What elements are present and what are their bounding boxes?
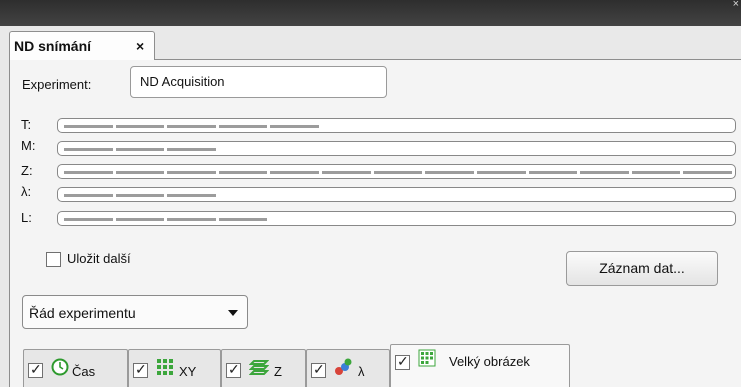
dimension-label-lambda: λ: xyxy=(21,184,32,199)
dimension-segment xyxy=(270,171,320,174)
z-stack-icon xyxy=(248,358,270,381)
dimension-bar-lambda[interactable] xyxy=(57,187,736,202)
record-data-button[interactable]: Záznam dat... xyxy=(566,251,718,286)
dimension-segment xyxy=(115,171,165,174)
dimension-segment xyxy=(167,218,216,221)
experiment-order-select[interactable]: Řád experimentu xyxy=(22,295,248,329)
clock-icon xyxy=(51,358,69,381)
dimension-segment xyxy=(683,171,732,174)
dimension-bar-m[interactable] xyxy=(57,141,736,156)
experiment-label: Experiment: xyxy=(22,77,92,92)
chevron-down-icon xyxy=(228,310,238,316)
dimension-segment xyxy=(64,125,113,128)
tab-z[interactable]: ✓ Z xyxy=(221,349,306,387)
dimension-segment xyxy=(528,171,578,174)
dimension-segment xyxy=(476,171,526,174)
dimension-label-l: L: xyxy=(21,210,32,225)
save-next-label: Uložit další xyxy=(67,251,131,266)
tab-lambda-label: λ xyxy=(358,364,365,379)
dimension-label-z: Z: xyxy=(21,163,33,178)
dimension-segment xyxy=(425,171,474,174)
dimension-label-t: T: xyxy=(21,117,32,132)
tab-label: ND snímání xyxy=(14,38,92,54)
lambda-checkbox[interactable]: ✓ xyxy=(311,361,326,378)
dimension-segment xyxy=(631,171,681,174)
dimension-segment xyxy=(64,194,113,197)
tab-nd-acquisition[interactable]: ND snímání × xyxy=(9,31,155,60)
dimension-segment xyxy=(218,218,268,221)
dimension-bar-t[interactable] xyxy=(57,118,736,133)
dimension-segment xyxy=(115,194,165,197)
large-image-checkbox[interactable]: ✓ xyxy=(395,353,410,370)
dimension-segment xyxy=(167,194,216,197)
tab-lambda[interactable]: ✓ λ xyxy=(306,349,390,387)
tab-time-label: Čas xyxy=(72,364,96,379)
wavelength-icon xyxy=(334,358,352,381)
experiment-order-value: Řád experimentu xyxy=(29,305,136,321)
grid-icon xyxy=(156,358,174,381)
tab-large-image[interactable]: ✓ Velký obrázek xyxy=(390,344,570,387)
dimension-segment xyxy=(218,171,268,174)
dimension-segment xyxy=(115,125,165,128)
tab-xy-label: XY xyxy=(179,364,197,379)
dimension-segment xyxy=(64,148,113,151)
xy-checkbox[interactable]: ✓ xyxy=(133,361,148,378)
dimension-segment xyxy=(167,148,216,151)
experiment-name-input[interactable]: ND Acquisition xyxy=(130,66,387,98)
tab-xy[interactable]: ✓ XY xyxy=(128,349,221,387)
tab-close-icon[interactable]: × xyxy=(136,38,144,54)
time-checkbox[interactable]: ✓ xyxy=(28,361,43,378)
dimension-segment xyxy=(322,171,371,174)
dimension-label-m: M: xyxy=(21,138,36,153)
save-next-checkbox[interactable] xyxy=(46,252,61,267)
dimension-bar-l[interactable] xyxy=(57,211,736,226)
dimension-segment xyxy=(64,171,113,174)
dimension-segment xyxy=(270,125,320,128)
window-titlebar: × xyxy=(0,0,741,26)
tab-time[interactable]: ✓ Čas xyxy=(23,349,128,387)
dimension-segment xyxy=(64,218,113,221)
dimension-segment xyxy=(580,171,629,174)
z-checkbox[interactable]: ✓ xyxy=(226,361,241,378)
dimension-segment xyxy=(373,171,423,174)
tab-z-label: Z xyxy=(274,364,282,379)
dimension-segment xyxy=(167,125,216,128)
window-close-icon[interactable]: × xyxy=(733,0,739,10)
large-image-icon xyxy=(418,349,436,372)
dimension-bar-z[interactable] xyxy=(57,164,736,179)
dimension-segment xyxy=(115,148,165,151)
tab-large-image-label: Velký obrázek xyxy=(449,354,530,369)
dimension-segment xyxy=(218,125,268,128)
dimension-segment xyxy=(115,218,165,221)
dimension-segment xyxy=(167,171,216,174)
